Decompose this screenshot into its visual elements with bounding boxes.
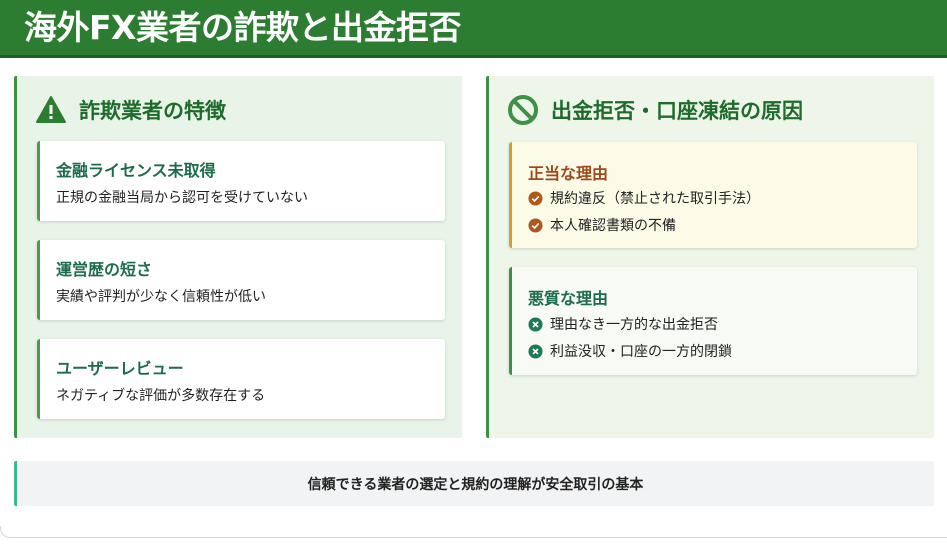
x-circle-icon xyxy=(528,316,543,332)
feature-card-desc: 実績や評判が少なく信頼性が低い xyxy=(56,289,266,305)
legit-reason-text: 規約違反（禁止された取引手法） xyxy=(550,191,760,207)
malicious-reasons-title: 悪質な理由 xyxy=(528,289,609,308)
legit-reason-text: 本人確認書類の不備 xyxy=(550,218,676,234)
withdrawal-causes-heading: 出金拒否・口座凍結の原因 xyxy=(507,94,803,126)
legit-reasons-card: 正当な理由 規約違反（禁止された取引手法） 本人確認書類の不備 xyxy=(509,142,917,248)
check-circle-icon xyxy=(528,190,543,206)
fraud-features-title: 詐欺業者の特徴 xyxy=(79,99,226,123)
feature-card-desc: ネガティブな評価が多数存在する xyxy=(56,388,266,404)
page-title: 海外FX業者の詐欺と出金拒否 xyxy=(24,8,462,47)
fraud-features-panel: 詐欺業者の特徴 金融ライセンス未取得 正規の金融当局から認可を受けていない 運営… xyxy=(14,76,462,438)
feature-card-title: 金融ライセンス未取得 xyxy=(56,161,216,180)
legit-reason-item: 規約違反（禁止された取引手法） xyxy=(528,188,760,208)
check-circle-icon xyxy=(528,217,543,233)
fraud-features-heading: 詐欺業者の特徴 xyxy=(35,94,226,126)
warning-triangle-icon xyxy=(36,96,66,123)
malicious-reasons-card: 悪質な理由 理由なき一方的な出金拒否 利益没収・口座の一方的閉鎖 xyxy=(509,267,917,375)
legit-reasons-title: 正当な理由 xyxy=(528,164,609,183)
feature-card-license: 金融ライセンス未取得 正規の金融当局から認可を受けていない xyxy=(37,141,445,221)
malicious-reason-text: 利益没収・口座の一方的閉鎖 xyxy=(550,344,732,360)
malicious-reason-text: 理由なき一方的な出金拒否 xyxy=(550,317,718,333)
legit-reason-item: 本人確認書類の不備 xyxy=(528,215,676,235)
summary-banner: 信頼できる業者の選定と規約の理解が安全取引の基本 xyxy=(14,461,934,506)
x-circle-icon xyxy=(528,343,543,359)
prohibited-icon xyxy=(508,95,538,125)
feature-card-reviews: ユーザーレビュー ネガティブな評価が多数存在する xyxy=(37,339,445,419)
feature-card-history: 運営歴の短さ 実績や評判が少なく信頼性が低い xyxy=(37,240,445,320)
malicious-reason-item: 理由なき一方的な出金拒否 xyxy=(528,314,718,334)
feature-card-title: 運営歴の短さ xyxy=(56,260,153,279)
withdrawal-causes-title: 出金拒否・口座凍結の原因 xyxy=(551,99,803,123)
page-bottom-edge xyxy=(0,526,947,538)
feature-card-desc: 正規の金融当局から認可を受けていない xyxy=(56,190,308,206)
summary-text: 信頼できる業者の選定と規約の理解が安全取引の基本 xyxy=(307,476,644,493)
malicious-reason-item: 利益没収・口座の一方的閉鎖 xyxy=(528,341,732,361)
withdrawal-causes-panel: 出金拒否・口座凍結の原因 正当な理由 規約違反（禁止された取引手法） 本人確認書… xyxy=(486,76,934,438)
page-header: 海外FX業者の詐欺と出金拒否 xyxy=(0,0,947,58)
feature-card-title: ユーザーレビュー xyxy=(56,359,184,378)
